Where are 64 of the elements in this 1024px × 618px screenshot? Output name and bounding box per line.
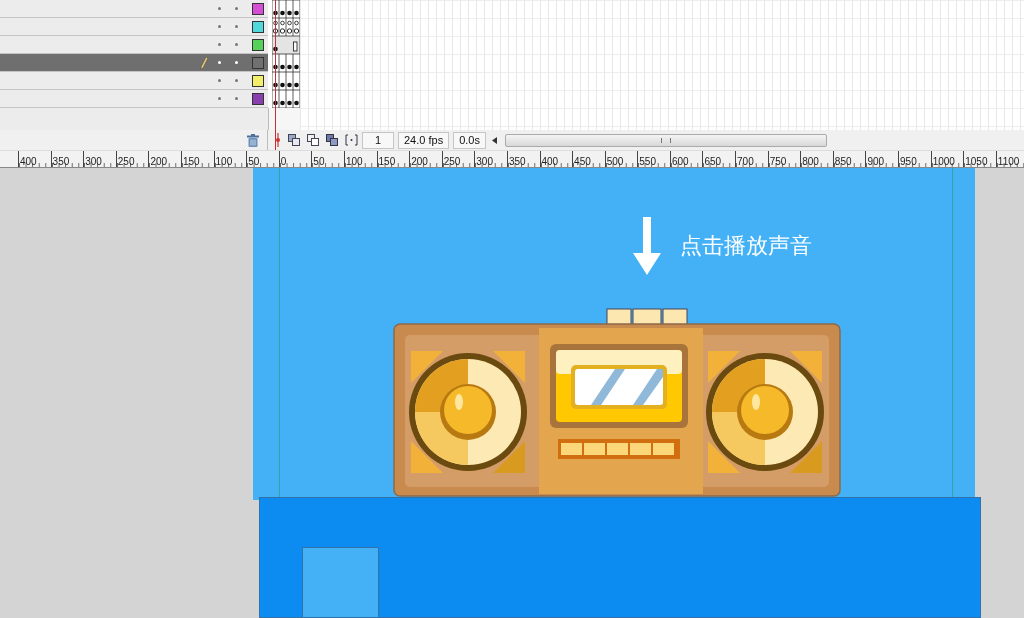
frame-rate-field[interactable]: 24.0 fps: [398, 131, 450, 149]
lock-dot-icon[interactable]: [235, 25, 238, 28]
ruler-label: 850: [833, 156, 852, 167]
ruler-label: 150: [181, 156, 200, 167]
current-frame-field[interactable]: 1: [362, 131, 394, 149]
visibility-dot-icon[interactable]: [218, 25, 221, 28]
ruler-label: 750: [768, 156, 787, 167]
layer-color-swatch[interactable]: [252, 74, 264, 87]
ruler-label: 600: [670, 156, 689, 167]
down-arrow-icon: [633, 217, 661, 275]
lock-dot-icon[interactable]: [235, 79, 238, 82]
scroll-left-arrow-icon[interactable]: [491, 136, 497, 144]
ruler-label: 400: [540, 156, 559, 167]
ruler-label: 950: [899, 156, 917, 167]
layer-color-swatch[interactable]: [252, 56, 264, 69]
ruler-label: 1100: [996, 156, 1020, 167]
visibility-dot-icon[interactable]: [218, 79, 221, 82]
ruler-label: 250: [116, 156, 135, 167]
layer-color-swatch[interactable]: [252, 38, 264, 51]
lock-dot-icon[interactable]: [235, 61, 238, 64]
play-sound-hint: 点击播放声音: [680, 232, 812, 260]
trash-icon[interactable]: [247, 133, 259, 147]
ruler-label: 700: [736, 156, 754, 167]
ruler-label: 200: [149, 156, 168, 167]
ruler-label: 100: [344, 156, 363, 167]
layer-color-swatch[interactable]: [252, 92, 264, 105]
ruler-label: 400: [19, 156, 37, 167]
ruler-label: 900: [866, 156, 885, 167]
ruler-label: 350: [507, 156, 526, 167]
visibility-dot-icon[interactable]: [218, 7, 221, 10]
ruler-label: 50: [247, 156, 260, 167]
ruler-label: 100: [214, 156, 233, 167]
onion-skin-icon[interactable]: [288, 134, 301, 146]
layer-color-swatch[interactable]: [252, 2, 264, 15]
ruler-label: 150: [377, 156, 396, 167]
ruler-label: 500: [605, 156, 624, 167]
lock-dot-icon[interactable]: [235, 43, 238, 46]
ruler-label: 800: [801, 156, 819, 167]
visibility-dot-icon[interactable]: [218, 61, 221, 64]
visibility-dot-icon[interactable]: [218, 43, 221, 46]
onion-outline-icon[interactable]: [307, 134, 320, 146]
ruler-label: 300: [475, 156, 493, 167]
layer-row[interactable]: [0, 90, 268, 108]
ruler-label: 0: [279, 156, 287, 167]
ruler-label: 350: [51, 156, 70, 167]
lock-dot-icon[interactable]: [235, 97, 238, 100]
ruler-label: 450: [573, 156, 591, 167]
ruler-label: 550: [638, 156, 656, 167]
ruler-label: 300: [84, 156, 102, 167]
visibility-dot-icon[interactable]: [218, 97, 221, 100]
ruler-label: 250: [442, 156, 461, 167]
bracket-markers-icon[interactable]: [345, 134, 358, 146]
edit-frames-icon[interactable]: [326, 134, 339, 146]
ruler-label: 650: [703, 156, 722, 167]
elapsed-time-field[interactable]: 0.0s: [453, 131, 486, 149]
lock-dot-icon[interactable]: [235, 7, 238, 10]
ruler-label: 1000: [931, 156, 955, 167]
ruler-label: 1050: [964, 156, 988, 167]
ruler-label: 200: [410, 156, 428, 167]
layer-color-swatch[interactable]: [252, 20, 264, 33]
ruler-label: 50: [312, 156, 325, 167]
boombox-drawing[interactable]: [393, 308, 841, 498]
playhead-marker-icon[interactable]: [274, 133, 282, 147]
pencil-icon: [200, 56, 208, 69]
